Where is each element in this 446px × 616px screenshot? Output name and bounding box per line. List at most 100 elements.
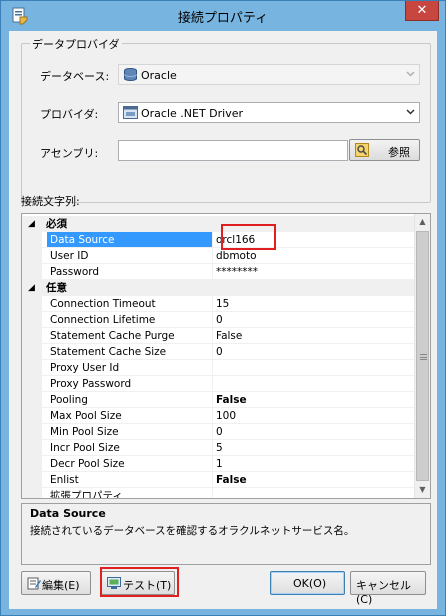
grip-icon xyxy=(420,354,427,360)
database-value: Oracle xyxy=(141,69,177,82)
provider-label: プロバイダ: xyxy=(40,108,99,121)
property-name[interactable]: Min Pool Size xyxy=(47,424,212,440)
row-gutter xyxy=(22,328,42,344)
edit-icon xyxy=(27,577,41,590)
row-gutter xyxy=(22,296,42,312)
property-row[interactable]: Connection Timeout 15 xyxy=(22,296,416,312)
property-name[interactable]: Enlist xyxy=(47,472,212,488)
ok-button[interactable]: OK(O) xyxy=(270,571,345,595)
property-value[interactable]: ******** xyxy=(212,264,416,280)
property-row[interactable]: Min Pool Size 0 xyxy=(22,424,416,440)
row-gutter xyxy=(22,248,42,264)
title-bar[interactable]: 接続プロパティ ✕ xyxy=(1,1,445,31)
property-row-data-source[interactable]: Data Source orcl166 xyxy=(22,232,416,248)
connection-string-label: 接続文字列: xyxy=(21,195,80,208)
property-row[interactable]: Incr Pool Size 5 xyxy=(22,440,416,456)
property-row[interactable]: Proxy Password xyxy=(22,376,416,392)
dialog-window: 接続プロパティ ✕ データプロバイダ データベース: Oracle プロバイダ: xyxy=(0,0,446,616)
property-name[interactable]: Statement Cache Size xyxy=(47,344,212,360)
property-row-password[interactable]: Password ******** xyxy=(22,264,416,280)
category-row-required[interactable]: ◢ 必須 xyxy=(22,216,416,232)
property-name[interactable]: Password xyxy=(47,264,212,280)
chevron-down-icon xyxy=(406,109,415,115)
property-name[interactable]: Proxy Password xyxy=(47,376,212,392)
close-button[interactable]: ✕ xyxy=(405,1,439,21)
property-name[interactable]: Connection Lifetime xyxy=(47,312,212,328)
property-value[interactable]: 5 xyxy=(212,440,416,456)
property-name[interactable]: User ID xyxy=(47,248,212,264)
property-name[interactable]: Proxy User Id xyxy=(47,360,212,376)
property-value[interactable]: False xyxy=(212,392,416,408)
property-value[interactable] xyxy=(212,360,416,376)
property-value[interactable]: False xyxy=(212,328,416,344)
property-row[interactable]: Enlist False xyxy=(22,472,416,488)
row-gutter xyxy=(22,360,42,376)
property-name[interactable]: 拡張プロパティ xyxy=(47,488,212,498)
browse-button[interactable]: 参照 xyxy=(349,139,420,161)
property-row[interactable]: Statement Cache Size 0 xyxy=(22,344,416,360)
property-value[interactable]: 0 xyxy=(212,424,416,440)
scroll-up-icon[interactable]: ▲ xyxy=(415,214,430,230)
property-row[interactable]: Max Pool Size 100 xyxy=(22,408,416,424)
property-name[interactable]: Pooling xyxy=(47,392,212,408)
property-name[interactable]: Statement Cache Purge xyxy=(47,328,212,344)
property-value[interactable]: 0 xyxy=(212,312,416,328)
scroll-thumb[interactable] xyxy=(416,231,429,481)
property-value[interactable]: 1 xyxy=(212,456,416,472)
property-value[interactable] xyxy=(212,376,416,392)
property-row[interactable]: Decr Pool Size 1 xyxy=(22,456,416,472)
dialog-client: データプロバイダ データベース: Oracle プロバイダ: Oracle .N… xyxy=(9,31,437,609)
cancel-label: キャンセル(C) xyxy=(356,579,411,606)
row-gutter xyxy=(22,392,42,408)
property-row[interactable]: 拡張プロパティ xyxy=(22,488,416,498)
property-name[interactable]: Max Pool Size xyxy=(47,408,212,424)
vertical-scrollbar[interactable]: ▲ ▼ xyxy=(414,214,430,498)
row-gutter xyxy=(22,472,42,488)
row-gutter xyxy=(22,440,42,456)
window-title: 接続プロパティ xyxy=(177,11,269,26)
property-value[interactable]: 100 xyxy=(212,408,416,424)
provider-value: Oracle .NET Driver xyxy=(141,107,244,120)
scroll-down-icon[interactable]: ▼ xyxy=(415,482,430,498)
property-row-user-id[interactable]: User ID dbmoto xyxy=(22,248,416,264)
property-value[interactable]: 15 xyxy=(212,296,416,312)
property-row[interactable]: Connection Lifetime 0 xyxy=(22,312,416,328)
collapse-icon[interactable]: ◢ xyxy=(28,216,35,232)
highlight-box-data-source-value xyxy=(221,224,276,250)
description-title: Data Source xyxy=(30,507,106,520)
property-value[interactable]: dbmoto xyxy=(212,248,416,264)
row-gutter xyxy=(22,488,42,498)
database-combo[interactable]: Oracle xyxy=(118,64,420,85)
row-gutter xyxy=(22,344,42,360)
property-grid[interactable]: ◢ 必須 Data Source orcl166 User ID dbmoto xyxy=(21,213,431,499)
description-panel: Data Source 接続されているデータベースを確認するオラクルネットサービ… xyxy=(21,503,431,565)
cancel-button[interactable]: キャンセル(C) xyxy=(350,571,426,606)
property-grid-rows: ◢ 必須 Data Source orcl166 User ID dbmoto xyxy=(22,214,416,498)
property-name[interactable]: Incr Pool Size xyxy=(47,440,212,456)
row-gutter xyxy=(22,232,42,248)
data-provider-group: データプロバイダ データベース: Oracle プロバイダ: Oracle .N… xyxy=(21,36,431,203)
row-gutter xyxy=(22,312,42,328)
property-row[interactable]: Statement Cache Purge False xyxy=(22,328,416,344)
property-value[interactable]: 0 xyxy=(212,344,416,360)
assembly-input[interactable] xyxy=(118,140,348,161)
row-gutter xyxy=(22,424,42,440)
group-title: データプロバイダ xyxy=(30,36,122,52)
property-name[interactable]: Decr Pool Size xyxy=(47,456,212,472)
property-value[interactable]: False xyxy=(212,472,416,488)
ok-label: OK(O) xyxy=(293,577,327,590)
row-gutter xyxy=(22,408,42,424)
property-value[interactable] xyxy=(212,488,416,498)
database-icon xyxy=(124,68,137,81)
property-name[interactable]: Data Source xyxy=(47,232,212,248)
provider-combo[interactable]: Oracle .NET Driver xyxy=(118,102,420,123)
category-row-optional[interactable]: ◢ 任意 xyxy=(22,280,416,296)
edit-label: 編集(E) xyxy=(42,579,80,592)
property-row[interactable]: Proxy User Id xyxy=(22,360,416,376)
property-name[interactable]: Connection Timeout xyxy=(47,296,212,312)
edit-button[interactable]: 編集(E) xyxy=(21,571,91,595)
row-gutter xyxy=(22,456,42,472)
collapse-icon[interactable]: ◢ xyxy=(28,280,35,296)
property-row[interactable]: Pooling False xyxy=(22,392,416,408)
category-name: 必須 xyxy=(46,218,67,230)
